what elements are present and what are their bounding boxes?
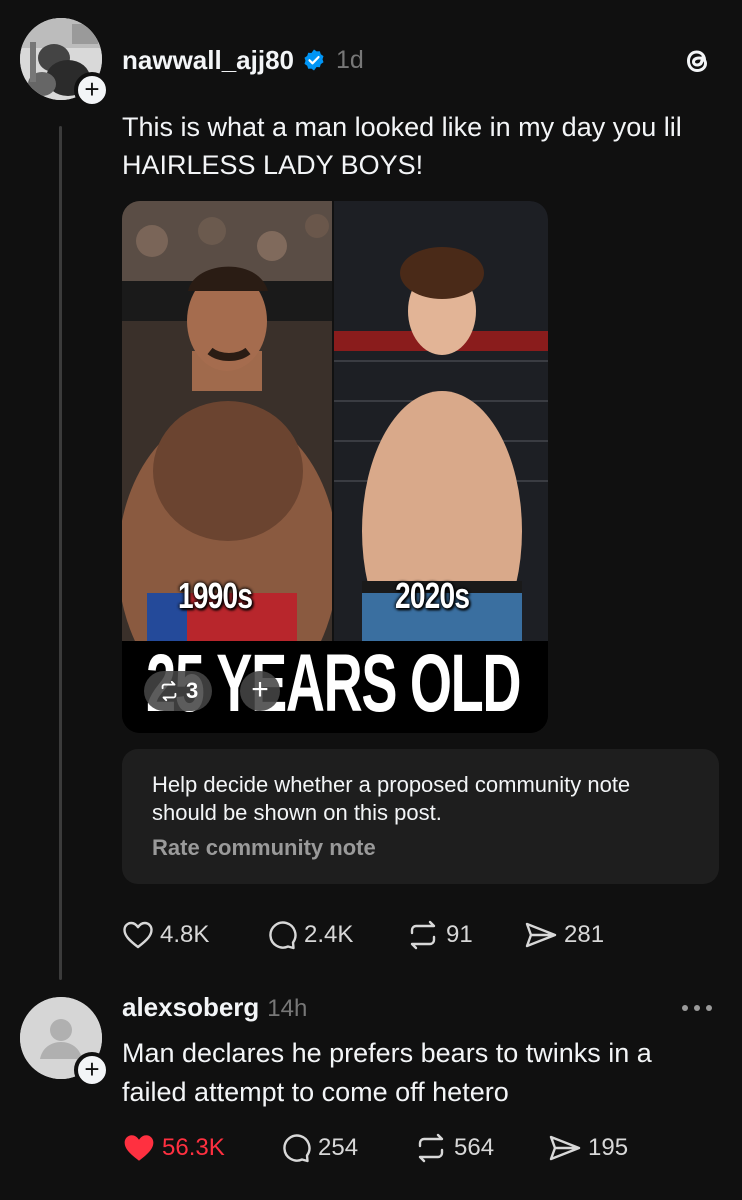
like-count: 4.8K: [160, 921, 210, 948]
left-era-label: 1990s: [178, 575, 253, 616]
follow-plus-badge[interactable]: +: [74, 72, 110, 108]
reply-body-text: Man declares he prefers bears to twinks …: [122, 1038, 652, 1107]
reply-like-button[interactable]: 56.3K: [122, 1132, 280, 1164]
reply-share-count: 195: [588, 1134, 629, 1161]
repost-icon: [410, 920, 436, 950]
follow-plus-badge[interactable]: +: [74, 1052, 110, 1088]
send-icon: [525, 922, 557, 948]
share-count: 281: [564, 921, 605, 948]
repost-icon: [161, 680, 177, 702]
reply-timestamp: 14h: [267, 995, 308, 1022]
post-action-bar: 4.8K 2.4K 91 281: [122, 920, 604, 950]
post-username[interactable]: nawwall_ajj80: [122, 45, 294, 76]
reply-like-count: 56.3K: [162, 1134, 225, 1161]
like-button[interactable]: 4.8K: [122, 920, 266, 950]
reply-button[interactable]: 2.4K: [266, 920, 406, 950]
reply-header: alexsoberg 14h: [122, 992, 307, 1023]
more-options-icon[interactable]: [680, 1002, 714, 1014]
media-repost-count: 3: [186, 678, 199, 703]
reply-share-button[interactable]: 195: [548, 1133, 628, 1163]
verified-badge-icon: [304, 49, 324, 71]
post-body-text: This is what a man looked like in my day…: [122, 112, 682, 180]
heart-icon: [123, 921, 153, 949]
reply-action-bar: 56.3K 254 564 195: [122, 1132, 628, 1164]
community-note-text: Help decide whether a proposed community…: [152, 772, 631, 825]
comment-icon: [269, 921, 297, 950]
repost-icon: [418, 1133, 444, 1163]
repost-count: 91: [446, 921, 473, 948]
post-header: nawwall_ajj80 1d: [122, 42, 364, 78]
thread-connector-line: [59, 126, 62, 980]
send-icon: [549, 1135, 581, 1161]
reply-username[interactable]: alexsoberg: [122, 992, 259, 1023]
post-timestamp: 1d: [335, 45, 364, 74]
media-add-button[interactable]: +: [240, 671, 280, 711]
heart-filled-icon: [124, 1135, 154, 1161]
reply-reply-button[interactable]: 254: [280, 1133, 414, 1163]
media-repost-chip[interactable]: 3: [144, 671, 213, 711]
reply-count: 2.4K: [304, 921, 354, 948]
share-button[interactable]: 281: [524, 920, 604, 950]
repost-button[interactable]: 91: [406, 920, 524, 950]
reply-repost-count: 564: [454, 1134, 495, 1161]
comment-icon: [283, 1134, 311, 1163]
community-note-box: Help decide whether a proposed community…: [122, 749, 719, 884]
right-era-label: 2020s: [395, 575, 470, 616]
threads-logo-icon[interactable]: [680, 44, 714, 78]
post-media-image[interactable]: 1990s 2020s 25 YEARS OLD 3 +: [122, 201, 548, 733]
reply-repost-button[interactable]: 564: [414, 1133, 548, 1163]
reply-reply-count: 254: [318, 1134, 359, 1161]
rate-community-note-link[interactable]: Rate community note: [152, 835, 689, 861]
